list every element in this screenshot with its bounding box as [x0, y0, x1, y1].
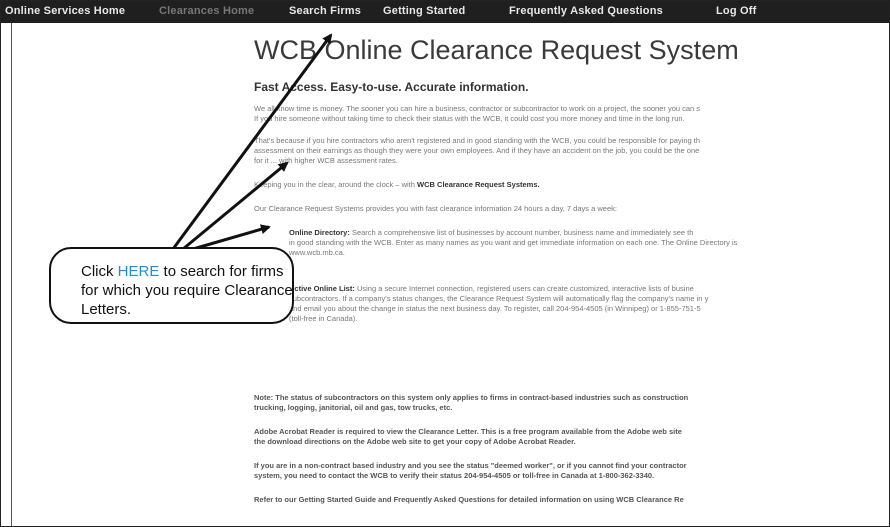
callout-text: Click HERE to search for firms for which…	[81, 262, 301, 319]
browser-page: Online Services Home Clearances Home Sea…	[0, 0, 890, 527]
callout-here-link[interactable]: HERE	[118, 263, 160, 280]
instruction-callout: Click HERE to search for firms for which…	[49, 247, 294, 324]
callout-prefix: Click	[81, 263, 118, 280]
arrow-to-search-firms	[171, 33, 333, 250]
